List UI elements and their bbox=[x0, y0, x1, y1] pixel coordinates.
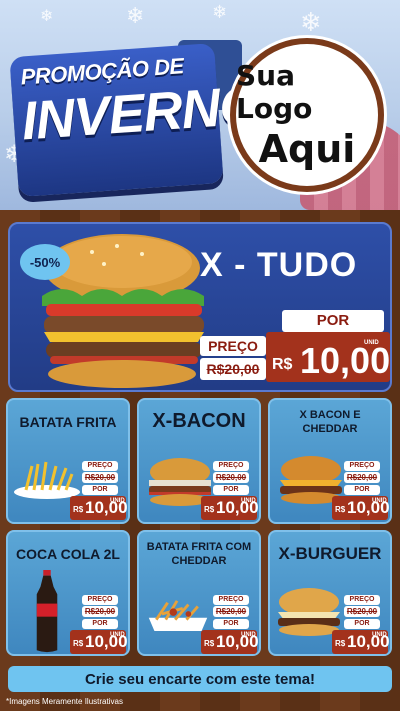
por-label: POR bbox=[213, 619, 249, 629]
logo-placeholder[interactable]: Sua Logo Aqui bbox=[230, 38, 384, 192]
product-name: X-BURGUER bbox=[278, 544, 382, 563]
snowflake-icon: ❄ bbox=[212, 2, 228, 23]
snowflake-icon: ❄ bbox=[300, 8, 322, 38]
new-price: R$ 10,00 UNID bbox=[70, 496, 128, 520]
soda-bottle-image bbox=[36, 570, 58, 653]
unit: UNID bbox=[372, 632, 387, 638]
unit: UNID bbox=[110, 498, 125, 504]
unit: UNID bbox=[110, 632, 125, 638]
logo-text-line2: Aqui bbox=[258, 127, 356, 171]
product-name: BATATA FRITA COM CHEDDAR bbox=[146, 541, 252, 567]
hero-product-name: X - TUDO bbox=[200, 246, 358, 284]
preco-label: PREÇO bbox=[82, 461, 118, 471]
new-price: R$ 10,00 UNID bbox=[201, 630, 259, 654]
currency: R$ bbox=[335, 639, 346, 648]
snowflake-icon: ❄ bbox=[126, 4, 145, 29]
burger-image bbox=[278, 588, 340, 636]
old-price-text: R$20,00 bbox=[215, 473, 247, 482]
hero-unit: UNID bbox=[364, 340, 379, 346]
por-label: POR bbox=[82, 619, 118, 629]
old-price-text: R$20,00 bbox=[346, 607, 378, 616]
currency: R$ bbox=[73, 639, 84, 648]
por-label: POR bbox=[82, 485, 118, 495]
old-price-text: R$20,00 bbox=[84, 607, 116, 616]
hero-currency: R$ bbox=[272, 356, 293, 373]
hero-preco-label: PREÇO bbox=[200, 336, 266, 356]
cta-banner[interactable]: Crie seu encarte com este tema! bbox=[8, 666, 392, 692]
product-name: COCA COLA 2L bbox=[16, 546, 120, 562]
preco-label: PREÇO bbox=[344, 595, 380, 605]
preco-label: PREÇO bbox=[344, 461, 380, 471]
por-label: POR bbox=[344, 619, 380, 629]
preco-label: PREÇO bbox=[82, 595, 118, 605]
preco-label: PREÇO bbox=[213, 461, 249, 471]
unit: UNID bbox=[241, 498, 256, 504]
fries-image bbox=[14, 461, 80, 499]
old-price-text: R$20,00 bbox=[346, 473, 378, 482]
old-price: R$20,00 bbox=[82, 606, 118, 617]
unit: UNID bbox=[241, 632, 256, 638]
logo-text-line1: Sua Logo bbox=[236, 59, 313, 125]
snowflake-icon: ❄ bbox=[40, 6, 54, 25]
por-label: POR bbox=[213, 485, 249, 495]
promo-title: PROMOÇÃO DE INVERNO bbox=[9, 43, 262, 197]
discount-badge: -50% bbox=[20, 244, 70, 280]
hero-new-price: R$ 10,00 UNID bbox=[266, 332, 390, 382]
old-price: R$20,00 bbox=[213, 472, 249, 483]
unit: UNID bbox=[372, 498, 387, 504]
old-price: R$20,00 bbox=[82, 472, 118, 483]
old-price: R$20,00 bbox=[213, 606, 249, 617]
old-price-text: R$20,00 bbox=[84, 473, 116, 482]
hero-old-price-text: R$20,00 bbox=[206, 361, 260, 377]
currency: R$ bbox=[204, 639, 215, 648]
old-price: R$20,00 bbox=[344, 472, 380, 483]
hero-por-label: POR bbox=[282, 310, 384, 332]
old-price-text: R$20,00 bbox=[215, 607, 247, 616]
product-name: X-BACON bbox=[152, 410, 246, 432]
disclaimer-text: *Imagens Meramente Ilustrativas bbox=[6, 697, 123, 706]
new-price: R$ 10,00 UNID bbox=[201, 496, 259, 520]
preco-label: PREÇO bbox=[213, 595, 249, 605]
currency: R$ bbox=[335, 505, 346, 514]
fries-cheddar-image bbox=[148, 600, 208, 631]
product-name: BATATA FRITA bbox=[19, 414, 117, 430]
new-price: R$ 10,00 UNID bbox=[332, 496, 390, 520]
old-price: R$20,00 bbox=[344, 606, 380, 617]
new-price: R$ 10,00 UNID bbox=[332, 630, 390, 654]
hero-price-value: 10,00 bbox=[300, 340, 391, 381]
currency: R$ bbox=[204, 505, 215, 514]
hero-old-price: R$20,00 bbox=[200, 358, 266, 380]
header-banner: ❄ ❄ ❄ ❄ ❄ ❄ ❄ ♥ PROMOÇÃO DE INVERNO Sua … bbox=[0, 0, 400, 210]
product-name: X BACON E CHEDDAR bbox=[299, 409, 361, 435]
por-label: POR bbox=[344, 485, 380, 495]
currency: R$ bbox=[73, 505, 84, 514]
new-price: R$ 10,00 UNID bbox=[70, 630, 128, 654]
